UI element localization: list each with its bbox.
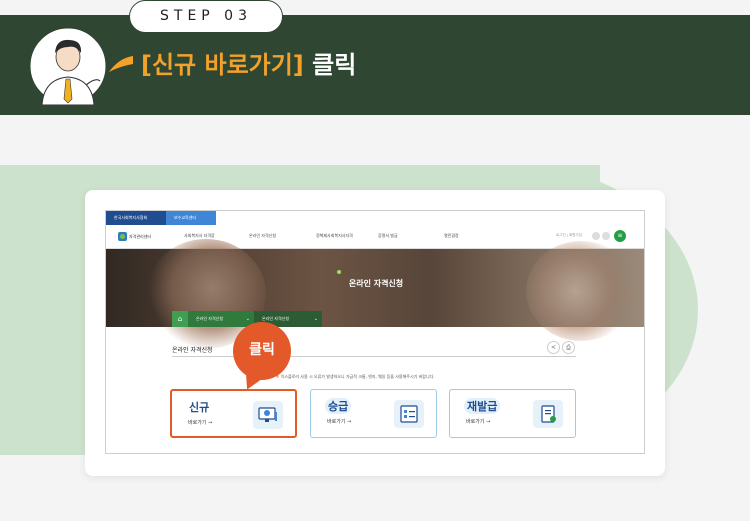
nav-item-policy[interactable]: 정책제사회복지사자격: [316, 233, 353, 239]
login-links[interactable]: 로그인 | 회원가입: [556, 233, 582, 238]
option-go-link: 바로가기 →: [188, 420, 213, 426]
checklist-icon: [394, 400, 424, 428]
breadcrumb: ⌂ 온라인 자격신청 ⌄ 온라인 자격신청 ⌄: [172, 311, 322, 327]
option-go-link: 바로가기 →: [327, 419, 352, 425]
logo-text: 자격관리센터: [129, 233, 152, 239]
notice-text: 익스플로러 사용 시 오류가 발생하오니 가급적 크롬, 엣지, 웨일 등을 사…: [280, 374, 435, 379]
site-logo[interactable]: 자격관리센터: [118, 231, 156, 242]
menu-icon[interactable]: ≡: [614, 230, 626, 242]
speech-tail-icon: [109, 56, 133, 72]
option-title: 승급: [325, 398, 352, 414]
share-icon[interactable]: <: [547, 341, 560, 354]
nav-item-online-apply[interactable]: 온라인 자격신청: [249, 233, 276, 239]
tab-association[interactable]: 한국사회복지사협회: [106, 211, 166, 225]
browser-notice: ※ 익스플로러 사용 시 오류가 발생하오니 가급적 크롬, 엣지, 웨일 등을…: [276, 374, 435, 380]
hero-dot-icon: [337, 270, 341, 274]
website-screenshot: 한국사회복지사협회 보수교육센터 자격관리센터 사회복지사 자격증 온라인 자격…: [105, 210, 645, 454]
new-apply-button[interactable]: 신규 바로가기 →: [170, 389, 297, 438]
step-badge: STEP 03: [129, 0, 283, 33]
upgrade-button[interactable]: 승급 바로가기 →: [310, 389, 437, 438]
chevron-down-icon: ⌄: [313, 316, 318, 322]
monitor-icon: [253, 401, 283, 429]
document-icon: [533, 400, 563, 428]
click-callout: 클릭: [233, 322, 291, 380]
nav-item-documents[interactable]: 증명서 발급: [378, 233, 398, 239]
tab-education[interactable]: 보수교육센터: [166, 211, 216, 225]
mascot-illustration: [29, 27, 107, 105]
screenshot-card: 한국사회복지사협회 보수교육센터 자격관리센터 사회복지사 자격증 온라인 자격…: [85, 190, 665, 476]
headline-rest: 클릭: [303, 51, 357, 79]
breadcrumb-label: 온라인 자격신청: [196, 316, 224, 321]
section-title: 온라인 자격신청: [172, 347, 213, 354]
dot-icon[interactable]: [602, 232, 610, 240]
nav-item-certificate[interactable]: 사회복지사 자격증: [184, 233, 215, 239]
click-callout-label: 클릭: [249, 342, 275, 358]
reissue-button[interactable]: 재발급 바로가기 →: [449, 389, 576, 438]
nav-item-open-square[interactable]: 열린광장: [444, 233, 459, 239]
hero-title: 온라인 자격신청: [348, 279, 404, 288]
breadcrumb-label: 온라인 자격신청: [262, 316, 290, 321]
breadcrumb-item-1[interactable]: 온라인 자격신청 ⌄: [188, 311, 254, 327]
option-go-link: 바로가기 →: [466, 419, 491, 425]
option-title: 재발급: [464, 398, 501, 414]
top-tabs: 한국사회복지사협회 보수교육센터: [106, 211, 216, 225]
print-icon[interactable]: ⎙: [562, 341, 575, 354]
home-icon[interactable]: ⌂: [172, 311, 188, 327]
headline-accent: [신규 바로가기]: [141, 51, 304, 79]
option-title: 신규: [186, 399, 213, 415]
page-headline: [신규 바로가기] 클릭: [141, 48, 356, 82]
dot-icon[interactable]: [592, 232, 600, 240]
logo-icon: [118, 232, 127, 241]
